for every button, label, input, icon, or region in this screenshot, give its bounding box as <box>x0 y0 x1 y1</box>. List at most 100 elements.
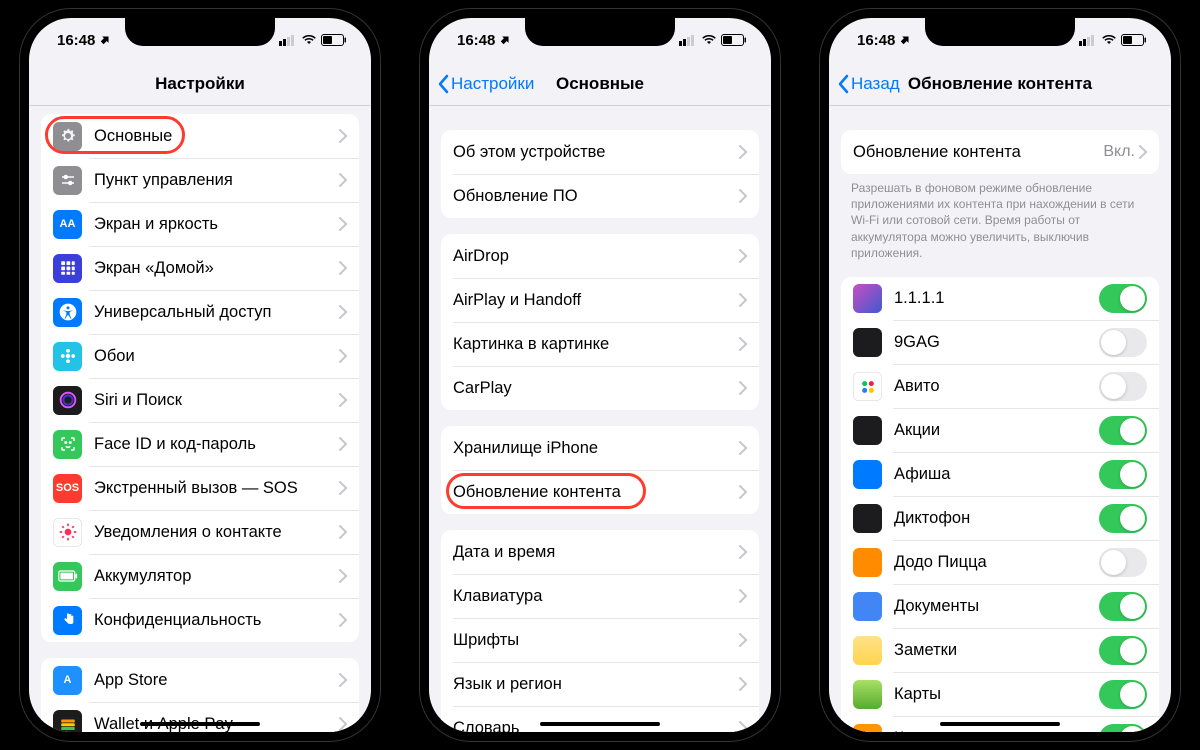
app-label: Акции <box>894 421 1099 440</box>
general-row[interactable]: Хранилище iPhone <box>441 426 759 470</box>
app-row[interactable]: Карты <box>841 673 1159 717</box>
notch <box>525 18 675 46</box>
background-refresh-row[interactable]: Обновление контентаВкл. <box>841 130 1159 174</box>
chevron-right-icon <box>739 677 747 691</box>
chevron-right-icon <box>739 249 747 263</box>
battery-icon <box>53 562 82 591</box>
app-toggle[interactable] <box>1099 592 1147 621</box>
app-toggle[interactable] <box>1099 328 1147 357</box>
settings-row[interactable]: SOSЭкстренный вызов — SOS <box>41 466 359 510</box>
app-row[interactable]: Заметки <box>841 629 1159 673</box>
chevron-right-icon <box>739 545 747 559</box>
app-icon <box>853 284 882 313</box>
chevron-right-icon <box>739 485 747 499</box>
status-time: 16:48 <box>57 32 95 49</box>
app-row[interactable]: Додо Пицца <box>841 541 1159 585</box>
settings-row[interactable]: Face ID и код-пароль <box>41 422 359 466</box>
row-label: CarPlay <box>453 379 739 398</box>
general-row[interactable]: CarPlay <box>441 366 759 410</box>
grid-icon <box>53 254 82 283</box>
app-toggle[interactable] <box>1099 284 1147 313</box>
app-icon <box>853 592 882 621</box>
general-row[interactable]: Дата и время <box>441 530 759 574</box>
app-label: 1.1.1.1 <box>894 289 1099 308</box>
settings-row[interactable]: Siri и Поиск <box>41 378 359 422</box>
access-icon <box>53 298 82 327</box>
settings-row[interactable]: Основные <box>41 114 359 158</box>
app-label: Афиша <box>894 465 1099 484</box>
settings-row[interactable]: AApp Store <box>41 658 359 702</box>
settings-row[interactable]: Пункт управления <box>41 158 359 202</box>
refresh-list[interactable]: Обновление контентаВкл.Разрешать в фонов… <box>829 106 1171 732</box>
app-toggle[interactable] <box>1099 724 1147 732</box>
app-label: 9GAG <box>894 333 1099 352</box>
back-button[interactable]: Настройки <box>437 74 534 94</box>
status-icons <box>279 34 347 46</box>
general-row[interactable]: Обновление ПО <box>441 174 759 218</box>
app-toggle[interactable] <box>1099 504 1147 533</box>
general-row[interactable]: AirDrop <box>441 234 759 278</box>
row-label: Клавиатура <box>453 587 739 606</box>
app-row[interactable]: 9GAG <box>841 321 1159 365</box>
settings-row[interactable]: Wallet и Apple Pay <box>41 702 359 732</box>
settings-row[interactable]: Обои <box>41 334 359 378</box>
app-toggle[interactable] <box>1099 460 1147 489</box>
chevron-right-icon <box>339 217 347 231</box>
app-toggle[interactable] <box>1099 372 1147 401</box>
face-icon <box>53 430 82 459</box>
app-row[interactable]: Документы <box>841 585 1159 629</box>
status-time: 16:48 <box>457 32 495 49</box>
app-icon <box>853 548 882 577</box>
nav-title: Настройки <box>155 74 245 94</box>
settings-row[interactable]: Аккумулятор <box>41 554 359 598</box>
location-icon <box>99 34 111 46</box>
general-list[interactable]: Об этом устройствеОбновление ПО AirDropAi… <box>429 106 771 732</box>
settings-row[interactable]: Уведомления о контакте <box>41 510 359 554</box>
general-row[interactable]: Клавиатура <box>441 574 759 618</box>
settings-row[interactable]: Универсальный доступ <box>41 290 359 334</box>
hand-icon <box>53 606 82 635</box>
row-label: Обновление контента <box>853 143 1103 162</box>
chevron-right-icon <box>339 481 347 495</box>
app-label: Диктофон <box>894 509 1099 528</box>
row-label: Универсальный доступ <box>94 303 339 322</box>
general-row[interactable]: Картинка в картинке <box>441 322 759 366</box>
app-row[interactable]: Акции <box>841 409 1159 453</box>
general-row[interactable]: Шрифты <box>441 618 759 662</box>
general-row[interactable]: Обновление контента <box>441 470 759 514</box>
settings-list[interactable]: ОсновныеПункт управленияAAЭкран и яркост… <box>29 106 371 732</box>
app-row[interactable]: Диктофон <box>841 497 1159 541</box>
chevron-right-icon <box>339 673 347 687</box>
home-indicator[interactable] <box>940 722 1060 726</box>
home-indicator[interactable] <box>540 722 660 726</box>
home-indicator[interactable] <box>140 722 260 726</box>
status-icons <box>1079 34 1147 46</box>
settings-row[interactable]: Экран «Домой» <box>41 246 359 290</box>
app-toggle[interactable] <box>1099 680 1147 709</box>
app-toggle[interactable] <box>1099 636 1147 665</box>
row-label: App Store <box>94 671 339 690</box>
app-toggle[interactable] <box>1099 548 1147 577</box>
chevron-right-icon <box>739 721 747 732</box>
back-button[interactable]: Назад <box>837 74 900 94</box>
app-icon <box>853 416 882 445</box>
general-row[interactable]: Словарь <box>441 706 759 732</box>
general-row[interactable]: Язык и регион <box>441 662 759 706</box>
general-row[interactable]: AirPlay и Handoff <box>441 278 759 322</box>
app-label: Документы <box>894 597 1099 616</box>
nav-bar: Настройки <box>29 62 371 106</box>
settings-row[interactable]: AAЭкран и яркость <box>41 202 359 246</box>
app-row[interactable]: Афиша <box>841 453 1159 497</box>
app-toggle[interactable] <box>1099 416 1147 445</box>
app-row[interactable]: Авито <box>841 365 1159 409</box>
screen: 16:48 Настройки ОсновныеПункт управления… <box>29 18 371 732</box>
general-row[interactable]: Об этом устройстве <box>441 130 759 174</box>
phone-settings: 16:48 Настройки ОсновныеПункт управления… <box>19 8 381 742</box>
chevron-right-icon <box>339 173 347 187</box>
chevron-right-icon <box>339 129 347 143</box>
app-icon <box>853 724 882 732</box>
settings-row[interactable]: Конфиденциальность <box>41 598 359 642</box>
app-row[interactable]: 1.1.1.1 <box>841 277 1159 321</box>
row-label: Дата и время <box>453 543 739 562</box>
app-label: Карты <box>894 685 1099 704</box>
